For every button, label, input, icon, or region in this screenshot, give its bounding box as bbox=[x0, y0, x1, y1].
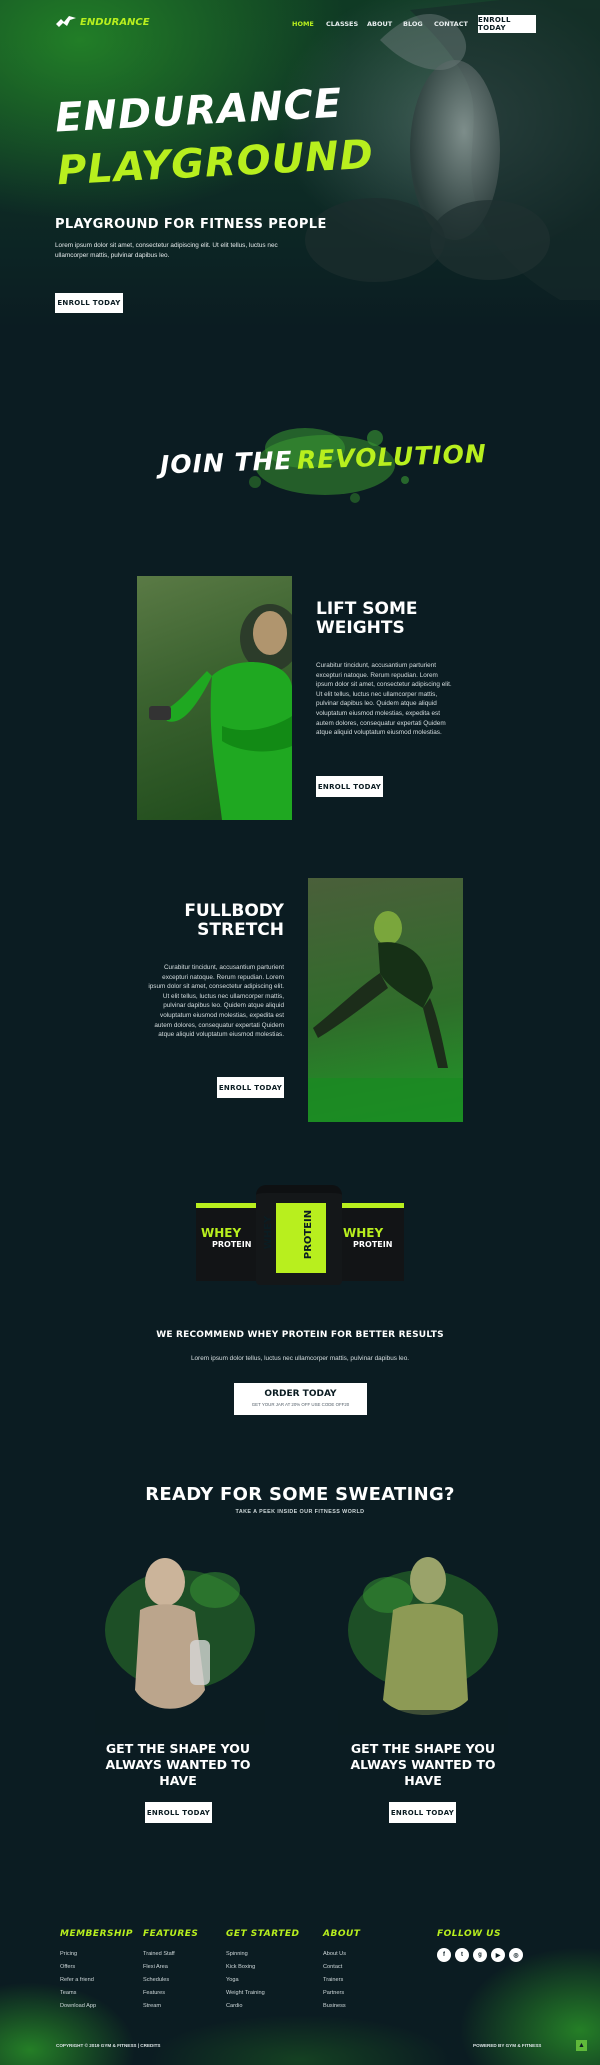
weights-enroll-button[interactable]: ENROLL TODAY bbox=[316, 776, 383, 797]
jar-label bbox=[276, 1203, 326, 1273]
protein-tub-right: WHEY PROTEIN bbox=[339, 1203, 404, 1281]
footer-link-kickboxing[interactable]: Kick Boxing bbox=[226, 1964, 255, 1970]
order-today-label: ORDER TODAY bbox=[264, 1389, 337, 1399]
logo-icon bbox=[56, 16, 76, 27]
revolution-part1: JOIN THE bbox=[159, 445, 294, 480]
footer-link-business[interactable]: Business bbox=[323, 2003, 346, 2009]
footer-about-title: ABOUT bbox=[323, 1929, 361, 1939]
woman-athlete-image bbox=[95, 1558, 265, 1735]
order-today-button[interactable]: ORDER TODAY GET YOUR JAR AT 20% OFF USE … bbox=[234, 1383, 367, 1415]
stretch-title: FULLBODY STRETCH bbox=[184, 901, 284, 940]
footer-link-trainers[interactable]: Trainers bbox=[323, 1977, 343, 1983]
twitter-icon[interactable]: t bbox=[455, 1948, 469, 1962]
footer-link-teams[interactable]: Teams bbox=[60, 1990, 76, 1996]
stretch-athlete-figure bbox=[308, 911, 463, 1122]
hero-subtitle: PLAYGROUND FOR FITNESS PEOPLE bbox=[55, 217, 327, 232]
weights-photo bbox=[137, 576, 292, 820]
weights-athlete-figure bbox=[149, 604, 292, 820]
footer-link-schedules[interactable]: Schedules bbox=[143, 1977, 169, 1983]
footer-link-app[interactable]: Download App bbox=[60, 2003, 96, 2009]
nav-about[interactable]: ABOUT bbox=[367, 20, 392, 28]
jar-center-line1: WHEY bbox=[263, 1215, 275, 1250]
weights-title: LIFT SOME WEIGHTS bbox=[316, 599, 418, 638]
logo[interactable]: ENDURANCE bbox=[55, 15, 150, 29]
tub-right-line2: PROTEIN bbox=[353, 1240, 393, 1249]
protein-jars: WHEY PROTEIN WHEY PROTEIN WHEY PROTEIN bbox=[196, 1185, 404, 1285]
scroll-top-button[interactable]: ▲ bbox=[576, 2040, 587, 2051]
footer-powered: POWERED BY GYM & FITNESS bbox=[473, 2043, 542, 2048]
jar-center-line2: PROTEIN bbox=[303, 1209, 315, 1260]
footer-link-features[interactable]: Features bbox=[143, 1990, 165, 1996]
hero-text: Lorem ipsum dolor sit amet, consectetur … bbox=[55, 242, 278, 259]
hero-enroll-button[interactable]: ENROLL TODAY bbox=[55, 293, 123, 313]
order-today-sub: GET YOUR JAR AT 20% OFF USE CODE OFF20 bbox=[251, 1402, 350, 1407]
sweat-card1-title: GET THE SHAPE YOU ALWAYS WANTED TO HAVE bbox=[105, 1741, 251, 1788]
footer-link-partners[interactable]: Partners bbox=[323, 1990, 344, 1996]
weights-text: Curabitur tincidunt, accusantium parturi… bbox=[316, 662, 452, 737]
stretch-text: Curabitur tincidunt, accusantium parturi… bbox=[148, 964, 284, 1039]
logo-text: ENDURANCE bbox=[80, 16, 150, 28]
instagram-icon[interactable]: ◎ bbox=[509, 1948, 523, 1962]
footer-link-aboutus[interactable]: About Us bbox=[323, 1951, 346, 1957]
revolution-part2: REVOLUTION bbox=[296, 439, 488, 475]
nav-blog[interactable]: BLOG bbox=[403, 20, 423, 28]
stretch-enroll-button[interactable]: ENROLL TODAY bbox=[217, 1077, 284, 1098]
sweat-title: READY FOR SOME SWEATING? bbox=[145, 1484, 455, 1505]
hero-section: ENDURANCE HOME CLASSES ABOUT BLOG CONTAC… bbox=[0, 0, 600, 330]
nav-classes[interactable]: CLASSES bbox=[326, 20, 358, 28]
footer-getstarted-title: GET STARTED bbox=[226, 1929, 300, 1939]
tub-left-line2: PROTEIN bbox=[212, 1240, 252, 1249]
footer-link-stream[interactable]: Stream bbox=[143, 2003, 161, 2009]
footer-link-cardio[interactable]: Cardio bbox=[226, 2003, 242, 2009]
footer-link-pricing[interactable]: Pricing bbox=[60, 1951, 77, 1957]
footer-link-spinning[interactable]: Spinning bbox=[226, 1951, 248, 1957]
sweat-card1-enroll-button[interactable]: ENROLL TODAY bbox=[145, 1802, 212, 1823]
footer-link-weight[interactable]: Weight Training bbox=[226, 1990, 265, 1996]
tub-right-line1: WHEY bbox=[343, 1226, 384, 1240]
protein-headline: WE RECOMMEND WHEY PROTEIN FOR BETTER RES… bbox=[156, 1330, 444, 1340]
sweat-card2-title: GET THE SHAPE YOU ALWAYS WANTED TO HAVE bbox=[350, 1741, 496, 1788]
footer-link-yoga[interactable]: Yoga bbox=[226, 1977, 239, 1983]
nav-home[interactable]: HOME bbox=[292, 20, 314, 28]
footer-link-staff[interactable]: Trained Staff bbox=[143, 1951, 175, 1957]
protein-jar-center: WHEY PROTEIN bbox=[256, 1185, 342, 1285]
protein-text: Lorem ipsum dolor tellus, luctus nec ull… bbox=[190, 1355, 410, 1362]
nav-contact[interactable]: CONTACT bbox=[434, 20, 468, 28]
sweat-subtitle: TAKE A PEEK INSIDE OUR FITNESS WORLD bbox=[235, 1509, 365, 1515]
facebook-icon[interactable]: f bbox=[437, 1948, 451, 1962]
footer-link-contact[interactable]: Contact bbox=[323, 1964, 342, 1970]
man-athlete-image bbox=[338, 1557, 508, 1735]
google-plus-icon[interactable]: g bbox=[473, 1948, 487, 1962]
footer-follow-title: FOLLOW US bbox=[437, 1929, 501, 1939]
nav-enroll-button[interactable]: ENROLL TODAY bbox=[478, 15, 536, 33]
footer-link-flexi[interactable]: Flexi Area bbox=[143, 1964, 168, 1970]
footer-copyright: COPYRIGHT © 2019 GYM & FITNESS | CREDITS bbox=[56, 2043, 161, 2048]
youtube-icon[interactable]: ▶ bbox=[491, 1948, 505, 1962]
tub-left-line1: WHEY bbox=[201, 1226, 242, 1240]
footer-membership-title: MEMBERSHIP bbox=[60, 1929, 133, 1939]
stretch-photo bbox=[308, 878, 463, 1122]
footer-link-refer[interactable]: Refer a friend bbox=[60, 1977, 94, 1983]
protein-tub-left: WHEY PROTEIN bbox=[196, 1203, 261, 1281]
footer-link-offers[interactable]: Offers bbox=[60, 1964, 75, 1970]
sweat-card2-enroll-button[interactable]: ENROLL TODAY bbox=[389, 1802, 456, 1823]
footer-features-title: FEATURES bbox=[143, 1929, 199, 1939]
